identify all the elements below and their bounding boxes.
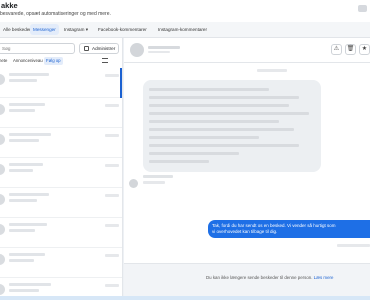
list-item[interactable]	[0, 98, 122, 128]
trash-icon[interactable]: 🗑	[345, 44, 356, 55]
avatar	[0, 104, 5, 115]
scrollbar[interactable]	[120, 68, 122, 98]
tab-messenger[interactable]: Messenger	[30, 24, 59, 35]
page-title: akke	[1, 1, 18, 10]
message-meta	[143, 181, 165, 184]
outgoing-message: Tak, fordi du har sendt os en besked. Vi…	[208, 220, 370, 238]
list-item[interactable]	[0, 68, 122, 98]
manage-button[interactable]: Administrer	[79, 43, 119, 54]
list-item[interactable]	[0, 158, 122, 188]
avatar	[0, 284, 5, 295]
search-placeholder: Søg	[2, 46, 11, 51]
filter-lines-icon[interactable]	[102, 58, 108, 63]
star-icon[interactable]: ★	[359, 44, 370, 55]
tab-instagram-comments[interactable]: Instagram-kommentarer	[155, 24, 210, 35]
chat-header: ⚠ 🗑 ★	[124, 38, 370, 63]
avatar	[129, 179, 138, 188]
channel-tabs: Alle beskeder Messenger Instagram ▾ Face…	[0, 22, 370, 38]
filter-unread[interactable]: nete	[0, 57, 7, 65]
message-thread: Tak, fordi du har sendt os en besked. Vi…	[124, 63, 370, 263]
outgoing-message-line: vi overhovedet kan tilbage til dig.	[212, 229, 278, 234]
avatar	[0, 224, 5, 235]
chevron-down-icon: ▾	[85, 27, 89, 32]
list-item[interactable]	[0, 188, 122, 218]
avatar	[0, 194, 5, 205]
filter-row: nete Annonceniveau Følg op	[0, 57, 122, 66]
avatar	[0, 134, 5, 145]
avatar	[0, 164, 5, 175]
message-meta	[143, 175, 173, 178]
list-item[interactable]	[0, 128, 122, 158]
gear-icon	[84, 46, 89, 51]
notice-text: Du kan ikke længere sende beskeder til d…	[206, 275, 313, 280]
avatar	[0, 74, 5, 85]
filter-follow-up[interactable]: Følg op	[44, 57, 63, 65]
date-separator	[257, 69, 287, 72]
bottom-strip	[0, 296, 370, 300]
list-item[interactable]	[0, 248, 122, 278]
avatar	[130, 43, 144, 57]
manage-button-label: Administrer	[92, 46, 116, 51]
window-action-button[interactable]	[358, 5, 367, 12]
search-input[interactable]: Søg	[0, 43, 75, 54]
page-subtitle: besvarede, opsæt automatiseringer og med…	[0, 11, 111, 17]
filter-ad-level[interactable]: Annonceniveau	[13, 57, 43, 65]
conversation-list	[0, 68, 122, 300]
tab-instagram[interactable]: Instagram ▾	[61, 24, 91, 35]
contact-name	[148, 46, 180, 49]
learn-more-link[interactable]: Læs mere	[314, 275, 334, 280]
tab-facebook-comments[interactable]: Facebook-kommentarer	[95, 24, 150, 35]
tab-all-messages[interactable]: Alle beskeder	[0, 24, 34, 35]
message-meta	[337, 244, 370, 247]
warning-icon[interactable]: ⚠	[331, 44, 342, 55]
chat-footer: Du kan ikke længere sende beskeder til d…	[124, 263, 370, 300]
avatar	[0, 254, 5, 265]
list-item[interactable]	[0, 218, 122, 248]
cannot-reply-notice: Du kan ikke længere sende beskeder til d…	[206, 275, 333, 280]
tab-instagram-label: Instagram	[64, 27, 85, 32]
incoming-message	[143, 80, 321, 172]
conversation-panel: Søg Administrer nete Annonceniveau Følg …	[0, 38, 123, 300]
top-bar: akke besvarede, opsæt automatiseringer o…	[0, 0, 370, 22]
chat-panel: ⚠ 🗑 ★ Tak, fordi du har sendt os en besk…	[124, 38, 370, 300]
contact-detail	[148, 51, 170, 53]
